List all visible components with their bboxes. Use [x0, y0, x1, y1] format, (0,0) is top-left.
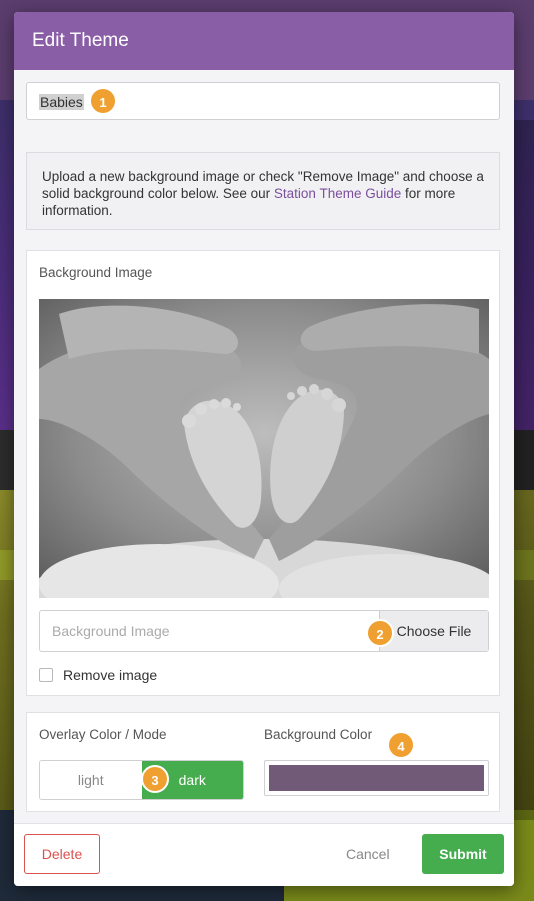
overlay-light-option[interactable]: light	[40, 761, 142, 799]
background-color-swatch	[269, 765, 484, 791]
background-image-label: Background Image	[39, 265, 153, 280]
edit-theme-modal: Edit Theme Babies 1 Upload a new backgro…	[14, 12, 514, 886]
background-image-file-input[interactable]: Background Image Choose File 2	[39, 610, 489, 652]
step-badge-1: 1	[89, 87, 117, 115]
background-image-preview	[24, 299, 504, 659]
backdrop-edge	[514, 120, 534, 820]
modal-title: Edit Theme	[14, 12, 514, 70]
choose-file-button[interactable]: Choose File	[379, 611, 488, 651]
background-color-label: Background Color	[264, 727, 373, 742]
modal-body: Babies 1 Upload a new background image o…	[14, 70, 514, 824]
remove-image-label[interactable]: Remove image	[63, 667, 157, 683]
info-box: Upload a new background image or check "…	[26, 152, 500, 230]
theme-name-value: Babies	[39, 94, 84, 110]
colors-panel: Overlay Color / Mode Background Color li…	[26, 712, 500, 812]
cancel-button[interactable]: Cancel	[346, 846, 390, 862]
background-color-picker[interactable]	[264, 760, 489, 796]
step-badge-3: 3	[141, 765, 169, 793]
step-badge-4: 4	[387, 731, 415, 759]
station-theme-guide-link[interactable]: Station Theme Guide	[274, 186, 401, 201]
modal-footer: Delete Cancel Submit	[14, 823, 514, 886]
file-input-placeholder: Background Image	[52, 623, 170, 639]
submit-button[interactable]: Submit	[422, 834, 504, 874]
remove-image-checkbox[interactable]	[39, 668, 53, 682]
overlay-mode-label: Overlay Color / Mode	[39, 727, 167, 742]
baby-feet-photo	[24, 299, 504, 659]
delete-button[interactable]: Delete	[24, 834, 100, 874]
theme-name-input[interactable]: Babies 1	[26, 82, 500, 120]
background-image-panel: Background Image Background Image Choose…	[24, 250, 504, 696]
step-badge-2: 2	[366, 619, 394, 647]
